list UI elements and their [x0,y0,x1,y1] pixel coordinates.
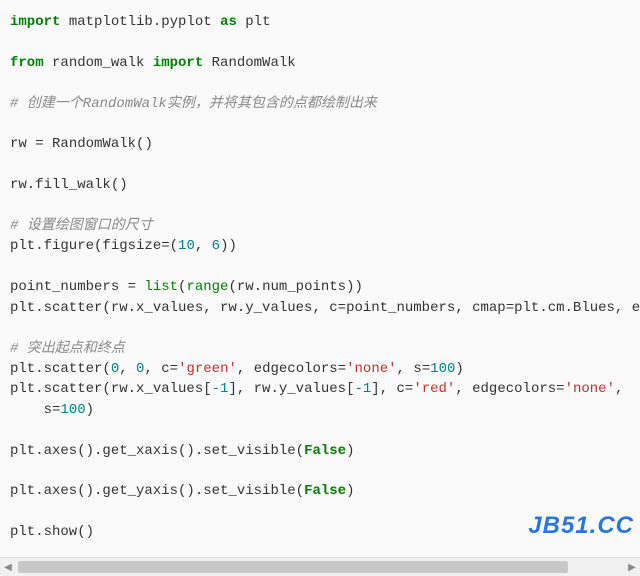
number-literal: -1 [212,381,229,397]
scrollbar-thumb[interactable] [18,561,568,573]
class-name: RandomWalk [203,55,295,71]
comma: , [195,238,212,254]
string-literal: 'none' [346,361,396,377]
builtin-range: range [186,279,228,295]
paren: ) [346,483,354,499]
code-text: rw.fill_walk() [10,177,128,193]
number-literal: -1 [354,381,371,397]
op-eq: = [506,300,514,316]
code-text: ], c [371,381,405,397]
code-text: , edgecolors [237,361,338,377]
keyword-as: as [220,14,237,30]
code-text: plt.show() [10,524,94,540]
code-viewport: import matplotlib.pyplot as plt from ran… [0,0,640,558]
code-text: (rw.num_points)) [228,279,362,295]
code-text: plt.scatter(rw.x_values, rw.y_values, c [10,300,338,316]
op-eq: = [35,136,43,152]
number-literal: 0 [111,361,119,377]
keyword-import: import [10,14,60,30]
paren: ) [86,402,94,418]
comma: , [119,361,136,377]
code-text: RandomWalk() [44,136,153,152]
paren: ) [346,443,354,459]
code-text: , s [397,361,422,377]
builtin-list: list [144,279,178,295]
keyword-import: import [153,55,203,71]
scroll-left-arrow-icon[interactable]: ◀ [0,559,16,575]
code-text: , [615,381,623,397]
constant-false: False [304,483,346,499]
number-literal: 100 [60,402,85,418]
code-text: , edgecolors [455,381,556,397]
op-eq: = [338,300,346,316]
op-eq: = [161,238,169,254]
module-name: random_walk [44,55,153,71]
comment-line: # 设置绘图窗口的尺寸 [10,218,153,234]
scroll-right-arrow-icon[interactable]: ▶ [624,559,640,575]
code-text: plt.scatter(rw.x_values[ [10,381,212,397]
op-eq: = [422,361,430,377]
scrollbar-track[interactable] [16,559,624,575]
module-name: matplotlib.pyplot [60,14,220,30]
code-text: plt.axes().get_xaxis().set_visible( [10,443,304,459]
code-text: , c [144,361,169,377]
code-text: ], rw.y_values[ [228,381,354,397]
number-literal: 6 [212,238,220,254]
code-text: plt.cm.Blues, edgeco [514,300,640,316]
paren: ( [170,238,178,254]
alias-name: plt [237,14,271,30]
op-eq: = [556,381,564,397]
code-text: plt.axes().get_yaxis().set_visible( [10,483,304,499]
comment-line: # 创建一个RandomWalk实例，并将其包含的点都绘制出来 [10,96,377,112]
horizontal-scrollbar[interactable]: ◀ ▶ [0,557,640,576]
code-text: point_numbers, cmap [346,300,506,316]
code-text: plt.figure(figsize [10,238,161,254]
paren: ) [455,361,463,377]
string-literal: 'green' [178,361,237,377]
constant-false: False [304,443,346,459]
string-literal: 'none' [565,381,615,397]
paren: )) [220,238,237,254]
number-literal: 10 [178,238,195,254]
code-block: import matplotlib.pyplot as plt from ran… [0,0,640,555]
code-text: point_numbers [10,279,128,295]
op-eq: = [170,361,178,377]
keyword-from: from [10,55,44,71]
op-eq: = [338,361,346,377]
code-text: s [10,402,52,418]
code-text: rw [10,136,35,152]
number-literal: 100 [430,361,455,377]
string-literal: 'red' [413,381,455,397]
op-eq: = [128,279,136,295]
code-text: plt.scatter( [10,361,111,377]
comment-line: # 突出起点和终点 [10,341,125,357]
